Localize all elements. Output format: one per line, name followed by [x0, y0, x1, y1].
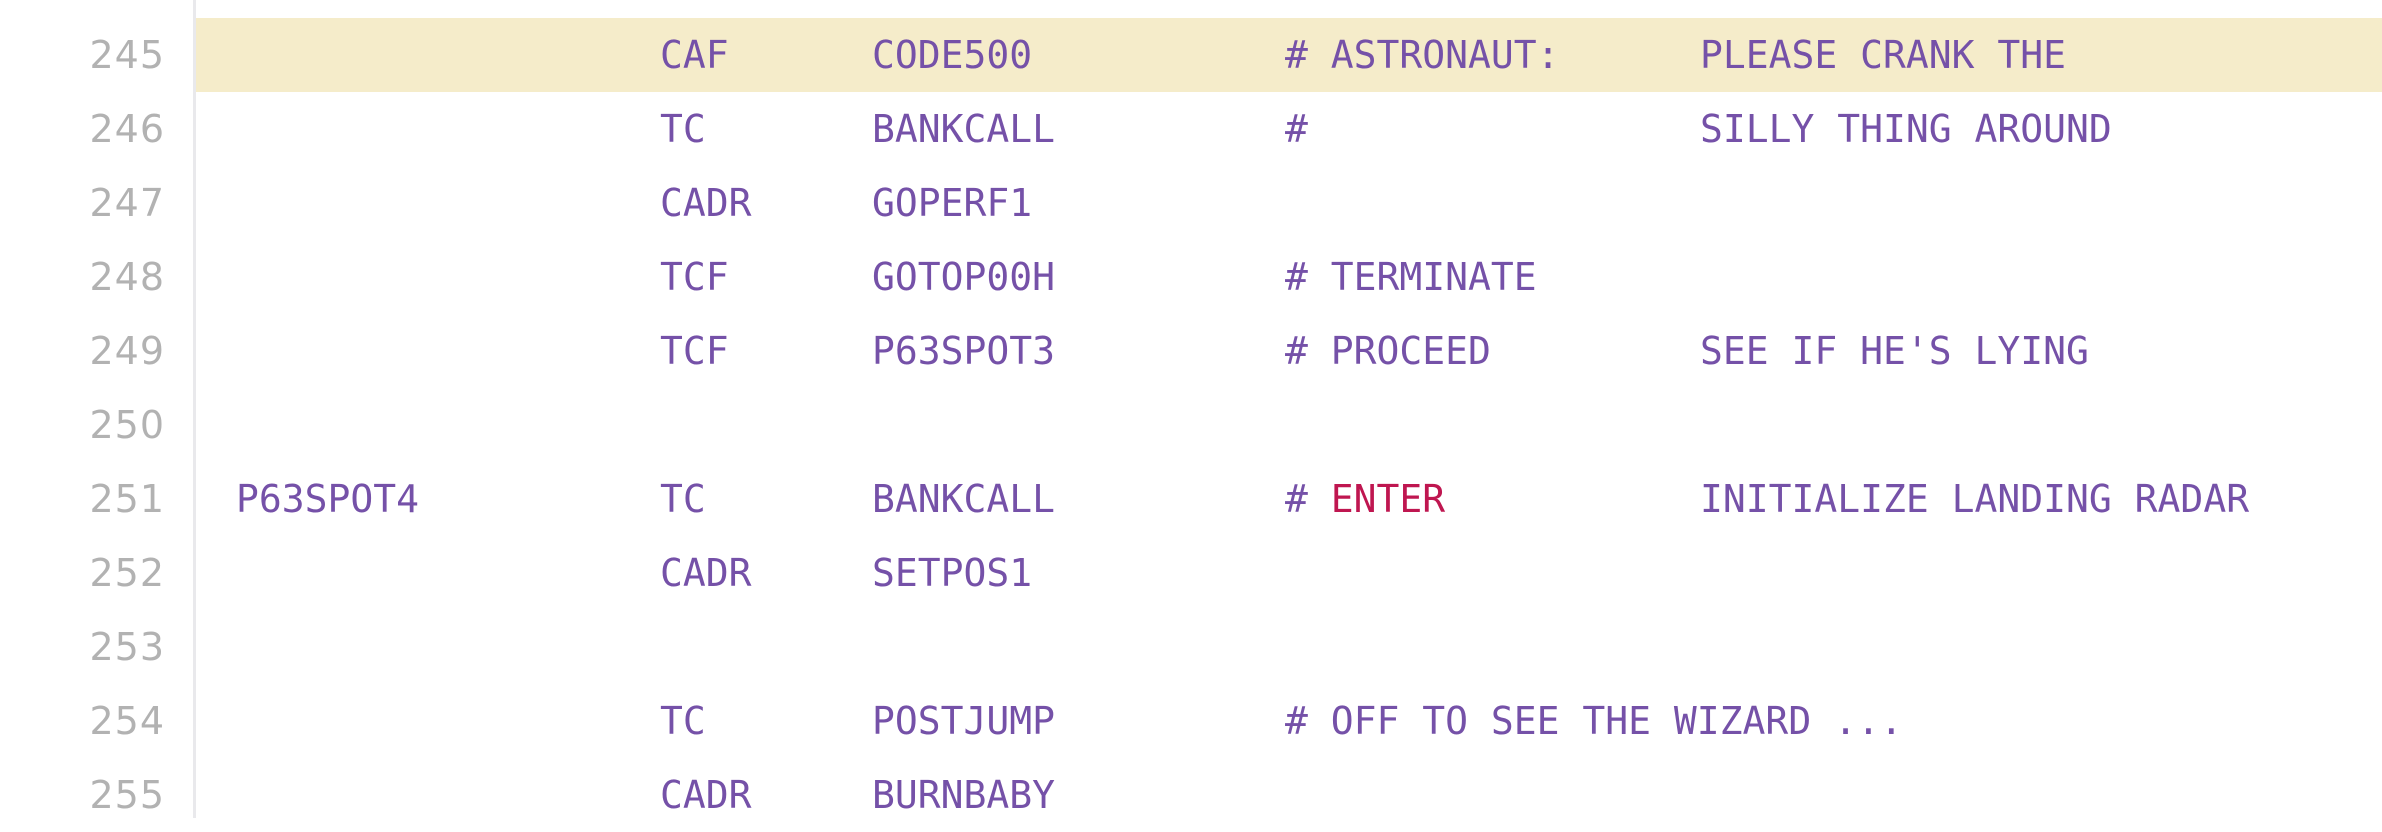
code-line-row[interactable]: 249 TCF P63SPOT3 # PROCEED SEE IF HE'S LYING: [0, 314, 2382, 388]
gutter-divider: [193, 0, 196, 818]
code-operand: POSTJUMP: [872, 699, 1056, 743]
code-viewer[interactable]: 245 CAF CODE500 # ASTRONAUT: PLEASE CRANK TH…: [0, 0, 2382, 818]
code-comment: # PROCEED: [1285, 314, 1491, 388]
code-operand: SETPOS1: [872, 551, 1033, 595]
code-comment: # TERMINATE: [1285, 240, 1537, 314]
code-opcode: CAF: [660, 33, 729, 77]
code-comment: # ASTRONAUT:: [1285, 18, 1560, 92]
code-trailing-comment: SILLY THING AROUND: [1700, 107, 2112, 151]
code-trailing-comment: PLEASE CRANK THE: [1700, 33, 2067, 77]
code-opcode: TC: [660, 477, 706, 521]
code-line-row[interactable]: 250: [0, 388, 2382, 462]
code-operand: CODE500: [872, 33, 1033, 77]
code-operand: BURNBABY: [872, 773, 1056, 817]
code-comment-text: #: [1285, 477, 1331, 521]
code-comment-text: # ASTRONAUT:: [1285, 33, 1560, 77]
code-line-list: 245 CAF CODE500 # ASTRONAUT: PLEASE CRANK TH…: [0, 18, 2382, 832]
line-number: 251: [89, 477, 165, 521]
code-line-row[interactable]: 255 CADR BURNBABY: [0, 758, 2382, 832]
code-line-row[interactable]: 251 P63SPOT4 TC BANKCALL # ENTER INITIALIZE L…: [0, 462, 2382, 536]
code-opcode: TC: [660, 107, 706, 151]
code-comment: #: [1285, 92, 1308, 166]
line-number: 248: [89, 255, 165, 299]
code-comment-text: # OFF TO SEE THE WIZARD ...: [1285, 699, 1903, 743]
line-number: 246: [89, 107, 165, 151]
line-number: 250: [89, 403, 165, 447]
code-line-row[interactable]: 248 TCF GOTOP00H # TERMINATE: [0, 240, 2382, 314]
code-comment-text: #: [1285, 107, 1308, 151]
code-line-row[interactable]: 254 TC POSTJUMP # OFF TO SEE THE WIZARD ...: [0, 684, 2382, 758]
code-line-row[interactable]: 247 CADR GOPERF1: [0, 166, 2382, 240]
code-line-row[interactable]: 252 CADR SETPOS1: [0, 536, 2382, 610]
code-opcode: CADR: [660, 773, 752, 817]
line-background: [196, 166, 2382, 240]
code-operand: P63SPOT3: [872, 329, 1056, 373]
line-number: 252: [89, 551, 165, 595]
code-comment: # OFF TO SEE THE WIZARD ...: [1285, 684, 1903, 758]
code-line-row[interactable]: 253: [0, 610, 2382, 684]
line-number: 247: [89, 181, 165, 225]
code-opcode: CADR: [660, 181, 752, 225]
line-number: 254: [89, 699, 165, 743]
code-label: P63SPOT4: [236, 477, 420, 521]
line-number: 255: [89, 773, 165, 817]
code-operand: GOPERF1: [872, 181, 1033, 225]
line-background: [196, 758, 2382, 832]
code-line-row[interactable]: 246 TC BANKCALL # SILLY THING AROUND: [0, 92, 2382, 166]
line-number: 249: [89, 329, 165, 373]
code-comment-text: # TERMINATE: [1285, 255, 1537, 299]
code-operand: BANKCALL: [872, 107, 1056, 151]
line-number: 245: [89, 33, 165, 77]
line-number: 253: [89, 625, 165, 669]
code-opcode: CADR: [660, 551, 752, 595]
code-operand: GOTOP00H: [872, 255, 1056, 299]
code-comment: # ENTER: [1285, 462, 1445, 536]
code-comment-text: # PROCEED: [1285, 329, 1491, 373]
code-line-row[interactable]: 245 CAF CODE500 # ASTRONAUT: PLEASE CRANK TH…: [0, 18, 2382, 92]
code-trailing-comment: SEE IF HE'S LYING: [1700, 329, 2089, 373]
code-opcode: TCF: [660, 255, 729, 299]
code-trailing-comment: INITIALIZE LANDING RADAR: [1700, 477, 2250, 521]
code-keyword-enter: ENTER: [1330, 477, 1446, 521]
line-background: [196, 388, 2382, 462]
code-opcode: TCF: [660, 329, 729, 373]
line-background: [196, 610, 2382, 684]
code-operand: BANKCALL: [872, 477, 1056, 521]
code-opcode: TC: [660, 699, 706, 743]
line-background: [196, 536, 2382, 610]
